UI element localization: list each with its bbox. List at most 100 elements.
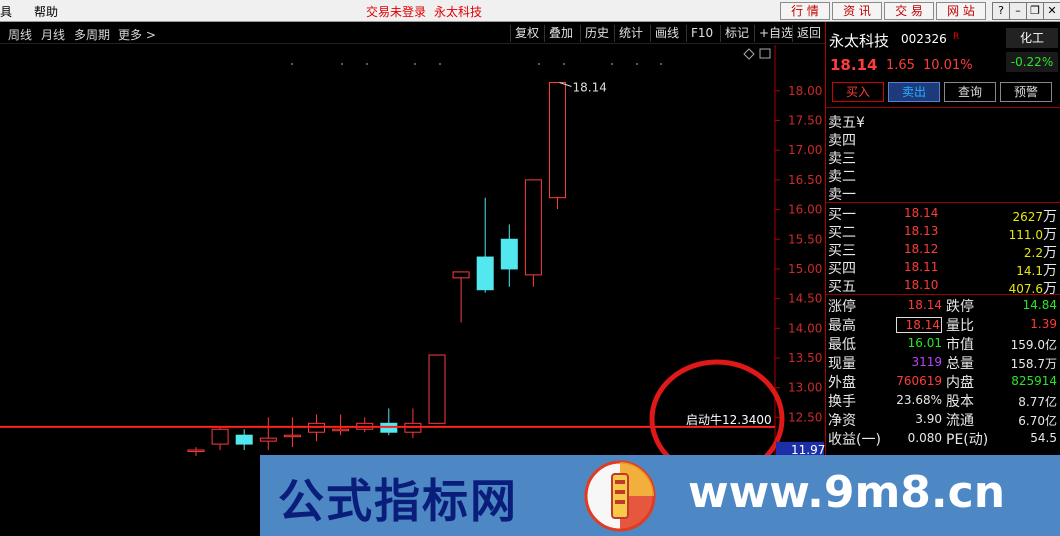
mark-button[interactable]: 标记 bbox=[720, 25, 753, 42]
stat-row: 净资 3.90 流通 6.70亿 bbox=[826, 410, 1060, 429]
ask-row[interactable]: 卖五¥ bbox=[826, 112, 1060, 131]
signal-dot bbox=[611, 63, 613, 65]
stat-label: 跌停 bbox=[946, 299, 974, 315]
y-tick-label: 15.00 bbox=[788, 262, 822, 276]
history-button[interactable]: 历史 bbox=[580, 25, 613, 42]
add-watchlist-button[interactable]: +自选 bbox=[754, 25, 797, 42]
signal-dot bbox=[636, 63, 638, 65]
login-status-text: 交易未登录 bbox=[366, 5, 427, 19]
banner-url[interactable]: www.9m8.cn bbox=[688, 467, 1005, 518]
stat-label: 内盘 bbox=[946, 375, 974, 391]
bid-price: 18.10 bbox=[904, 278, 939, 292]
tab-weekly[interactable]: 周线 bbox=[8, 26, 32, 43]
ask-label: 卖三 bbox=[828, 151, 856, 167]
candle-body bbox=[187, 449, 205, 453]
sector-change: -0.22% bbox=[1006, 52, 1058, 72]
menu-item-help[interactable]: 帮助 bbox=[34, 3, 58, 20]
bid-price: 18.11 bbox=[904, 260, 939, 274]
login-status: 交易未登录 永太科技 bbox=[366, 3, 482, 20]
price-change: 1.65 bbox=[886, 58, 915, 73]
bid-row[interactable]: 买五 18.10 407.6万 bbox=[826, 276, 1060, 297]
stat-row: 涨停 18.14 跌停 14.84 bbox=[826, 296, 1060, 315]
stat-value: 18.14 bbox=[896, 317, 942, 333]
y-tick-label: 17.50 bbox=[788, 114, 822, 128]
statistics-button[interactable]: 统计 bbox=[614, 25, 647, 42]
minimize-icon[interactable]: – bbox=[1009, 2, 1027, 20]
back-button[interactable]: 返回 bbox=[792, 25, 825, 42]
candle-body bbox=[259, 437, 277, 442]
stat-label: 流通 bbox=[946, 413, 974, 429]
restore-rights-button[interactable]: 复权 bbox=[510, 25, 543, 42]
buy-button[interactable]: 买入 bbox=[832, 82, 884, 102]
draw-line-button[interactable]: 画线 bbox=[650, 25, 683, 42]
stat-row: 外盘 760619 内盘 825914 bbox=[826, 372, 1060, 391]
menu-item-tools[interactable]: 具 bbox=[0, 3, 12, 20]
stat-label: 量比 bbox=[946, 318, 974, 334]
y-tick-label: 13.00 bbox=[788, 381, 822, 395]
stat-label: 涨停 bbox=[828, 299, 856, 315]
y-tick-label: 14.50 bbox=[788, 292, 822, 306]
stat-row: 收益(一) 0.080 PE(动) 54.5 bbox=[826, 429, 1060, 448]
signal-dot bbox=[660, 63, 662, 65]
site-logo-icon bbox=[584, 460, 656, 532]
stat-label: 现量 bbox=[828, 356, 856, 372]
tab-monthly[interactable]: 月线 bbox=[41, 26, 65, 43]
bid-price: 18.14 bbox=[904, 206, 939, 220]
chart-toolbar: 周线 月线 多周期 更多 > 复权 叠加 历史 统计 画线 F10 标记 +自选… bbox=[0, 22, 825, 44]
overlay-button[interactable]: 叠加 bbox=[544, 25, 577, 42]
bid-row[interactable]: 买四 18.11 14.1万 bbox=[826, 258, 1060, 279]
bid-label: 买五 bbox=[828, 279, 856, 295]
tab-more[interactable]: 更多 > bbox=[118, 26, 156, 43]
bid-row[interactable]: 买一 18.14 2627万 bbox=[826, 204, 1060, 225]
signal-dot bbox=[341, 63, 343, 65]
stat-row: 换手 23.68% 股本 8.77亿 bbox=[826, 391, 1060, 410]
y-tick-label: 17.00 bbox=[788, 143, 822, 157]
chart-settings-icon bbox=[759, 48, 771, 59]
stat-label: PE(动) bbox=[946, 432, 989, 448]
y-tick-label: 16.50 bbox=[788, 173, 822, 187]
help-icon[interactable]: ? bbox=[992, 2, 1010, 20]
stat-value: 158.7万 bbox=[1010, 357, 1057, 371]
tab-multi-period[interactable]: 多周期 bbox=[74, 26, 110, 43]
ask-row[interactable]: 卖一 bbox=[826, 184, 1060, 203]
candle-body bbox=[524, 179, 542, 276]
stat-value: 3.90 bbox=[915, 412, 942, 426]
candle-body bbox=[500, 238, 518, 270]
query-button[interactable]: 查询 bbox=[944, 82, 996, 102]
stat-value: 23.68% bbox=[896, 393, 942, 407]
stat-value: 14.84 bbox=[1022, 298, 1057, 312]
candle-body bbox=[332, 428, 350, 432]
website-button[interactable]: 网 站 bbox=[936, 2, 986, 20]
close-icon[interactable]: ✕ bbox=[1043, 2, 1060, 20]
y-tick-label: 16.00 bbox=[788, 203, 822, 217]
ask-label: 卖一 bbox=[828, 187, 856, 203]
stat-value: 159.0亿 bbox=[1010, 338, 1057, 352]
stat-label: 外盘 bbox=[828, 375, 856, 391]
y-tick-label: 15.50 bbox=[788, 232, 822, 246]
candle-body bbox=[211, 428, 229, 445]
stat-value: 6.70亿 bbox=[1018, 414, 1057, 428]
diamond-icon bbox=[743, 48, 755, 60]
start-price-label: 启动牛12.3400 bbox=[686, 412, 772, 427]
margin-badge: R bbox=[953, 32, 960, 42]
news-button[interactable]: 资 讯 bbox=[832, 2, 882, 20]
stat-label: 股本 bbox=[946, 394, 974, 410]
ask-row[interactable]: 卖四 bbox=[826, 130, 1060, 149]
quote-button[interactable]: 行 情 bbox=[780, 2, 830, 20]
candle-body bbox=[283, 434, 301, 438]
f10-button[interactable]: F10 bbox=[686, 25, 717, 42]
divider bbox=[826, 294, 1060, 295]
bid-label: 买一 bbox=[828, 207, 856, 223]
ask-row[interactable]: 卖三 bbox=[826, 148, 1060, 167]
alert-button[interactable]: 预警 bbox=[1000, 82, 1052, 102]
sector-label[interactable]: 化工 bbox=[1006, 28, 1058, 48]
current-price: 18.14 bbox=[830, 56, 878, 74]
banner-title: 公式指标网 bbox=[278, 474, 518, 528]
sell-button[interactable]: 卖出 bbox=[888, 82, 940, 102]
bid-row[interactable]: 买三 18.12 2.2万 bbox=[826, 240, 1060, 261]
trade-button[interactable]: 交 易 bbox=[884, 2, 934, 20]
ask-row[interactable]: 卖二 bbox=[826, 166, 1060, 185]
restore-icon[interactable]: ❐ bbox=[1026, 2, 1044, 20]
bid-row[interactable]: 买二 18.13 111.0万 bbox=[826, 222, 1060, 243]
stat-label: 净资 bbox=[828, 413, 856, 429]
